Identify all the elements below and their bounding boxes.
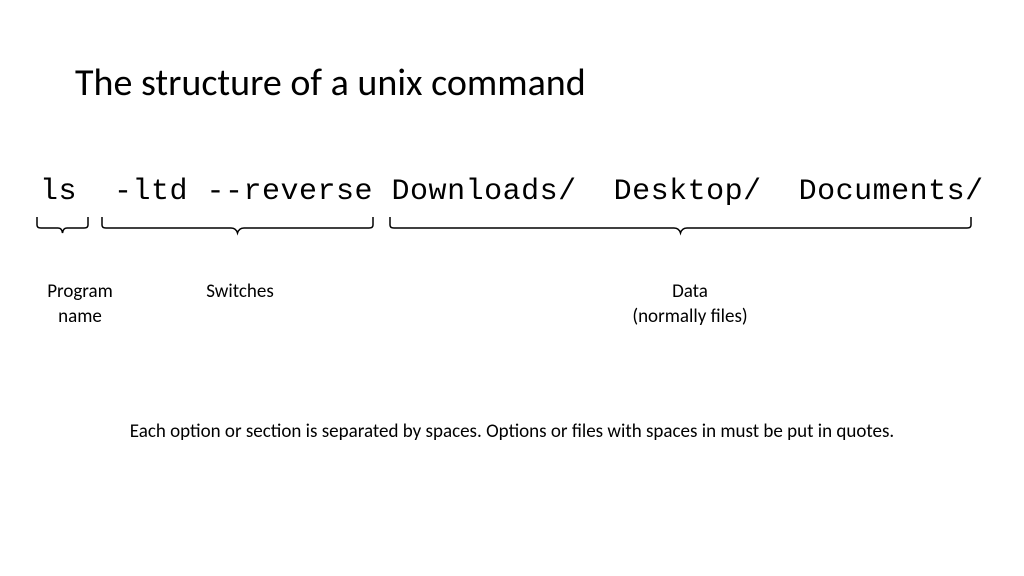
footnote-text: Each option or section is separated by s… [0, 420, 1024, 443]
brace-data [388, 215, 973, 243]
command-example: ls -ltd --reverse Downloads/ Desktop/ Do… [40, 175, 984, 209]
brace-program [35, 215, 90, 243]
label-switches: Switches [175, 280, 305, 305]
label-data: Data(normally files) [590, 280, 790, 329]
page-title: The structure of a unix command [75, 60, 586, 106]
brace-switches [100, 215, 375, 243]
label-program-name: Program name [25, 280, 135, 329]
